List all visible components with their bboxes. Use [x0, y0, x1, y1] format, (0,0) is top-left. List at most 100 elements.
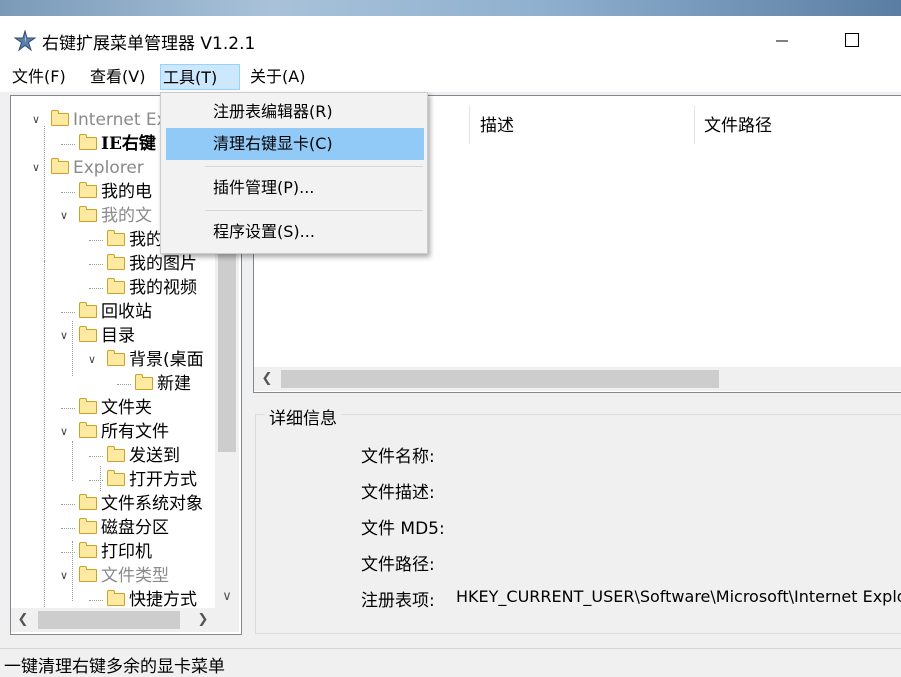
tree-item[interactable]: 新建	[135, 373, 191, 395]
tree-item-label: 我的视频	[129, 278, 197, 298]
tree-guide-line	[44, 126, 45, 271]
tree-item[interactable]: 发送到	[107, 445, 180, 467]
maximize-icon	[845, 33, 859, 47]
tree-guide-line	[100, 466, 101, 491]
tree-connector-line	[61, 312, 75, 313]
folder-icon	[107, 590, 125, 606]
details-title: 详细信息	[265, 404, 341, 429]
tree-expand-chevron-icon[interactable]: ∨	[57, 325, 71, 347]
tree-expand-chevron-icon[interactable]: ∨	[57, 565, 71, 587]
tree-item[interactable]: 我的视频	[107, 277, 197, 299]
scroll-down-arrow-icon[interactable]: ∨	[218, 588, 236, 606]
folder-icon	[107, 230, 125, 246]
menu-item-label: 清理右键显卡(C)	[213, 134, 333, 153]
tree-item-label: 我的图片	[129, 254, 197, 274]
registry-key-label: 注册表项:	[361, 591, 435, 611]
folder-icon	[79, 518, 97, 534]
tree-item[interactable]: 打开方式	[107, 469, 197, 491]
scroll-right-arrow-icon[interactable]: ❯	[194, 611, 212, 629]
menu-tools[interactable]: 工具(T)	[160, 64, 240, 90]
tree-item[interactable]: 我的电	[79, 181, 152, 203]
menu-file[interactable]: 文件(F)	[10, 64, 68, 90]
folder-icon	[107, 278, 125, 294]
desktop-background-strip	[0, 0, 901, 16]
tree-expand-chevron-icon[interactable]: ∨	[57, 421, 71, 443]
folder-icon	[79, 302, 97, 318]
tree-item[interactable]: 我的图片	[107, 253, 197, 275]
tree-item[interactable]: Internet Ex	[51, 109, 167, 131]
tree-item[interactable]: IE右键	[79, 133, 156, 155]
tree-item-label: 快捷方式	[129, 590, 197, 608]
folder-icon	[135, 374, 153, 390]
tree-item[interactable]: 快捷方式	[107, 589, 197, 608]
app-star-icon	[13, 29, 37, 52]
column-header-description[interactable]: 描述	[480, 110, 514, 142]
tree-expand-chevron-icon[interactable]: ∨	[85, 349, 99, 371]
tree-connector-line	[61, 192, 75, 193]
folder-icon	[107, 470, 125, 486]
tree-item-label: 新建	[157, 374, 191, 394]
tree-item-label: 我的	[129, 230, 163, 250]
folder-icon	[79, 542, 97, 558]
tree-item[interactable]: 打印机	[79, 541, 152, 563]
file-description-label: 文件描述:	[361, 483, 435, 503]
menu-separator	[205, 166, 423, 167]
minimize-button[interactable]	[767, 28, 797, 52]
column-header-file-path[interactable]: 文件路径	[704, 110, 772, 142]
tree-item[interactable]: 文件系统对象	[79, 493, 203, 515]
file-name-label: 文件名称:	[361, 447, 435, 467]
folder-icon	[79, 206, 97, 222]
tree-item[interactable]: 我的	[107, 229, 163, 251]
tools-dropdown-menu: 注册表编辑器(R) 清理右键显卡(C) 插件管理(P)... 程序设置(S)..…	[160, 92, 428, 254]
tree-item-label: 所有文件	[101, 422, 169, 442]
folder-icon	[79, 398, 97, 414]
tree-expand-chevron-icon[interactable]: ∨	[29, 157, 43, 179]
file-path-label: 文件路径:	[361, 555, 435, 575]
tree-item-label: 我的文	[101, 206, 152, 226]
list-scroll-left-arrow-icon[interactable]: ❮	[258, 370, 276, 388]
list-horizontal-scroll-thumb[interactable]	[281, 370, 719, 388]
registry-key-value: HKEY_CURRENT_USER\Software\Microsoft\Int…	[456, 587, 901, 606]
menu-about[interactable]: 关于(A)	[248, 64, 307, 90]
folder-icon	[79, 326, 97, 342]
menu-item-plugin-manager[interactable]: 插件管理(P)...	[166, 172, 424, 204]
folder-icon	[79, 566, 97, 582]
tree-item-label: 文件类型	[101, 566, 169, 586]
menu-item-clean-gpu-context[interactable]: 清理右键显卡(C)	[166, 128, 424, 160]
tree-item[interactable]: 背景(桌面	[107, 349, 204, 371]
tree-item[interactable]: 所有文件	[79, 421, 169, 443]
tree-item-label: 磁盘分区	[101, 518, 169, 538]
tree-item[interactable]: 目录	[79, 325, 135, 347]
menu-item-registry-editor[interactable]: 注册表编辑器(R)	[166, 96, 424, 128]
column-separator[interactable]	[694, 106, 695, 144]
tree-item[interactable]: 文件夹	[79, 397, 152, 419]
maximize-button[interactable]	[837, 28, 867, 52]
tree-item[interactable]: 文件类型	[79, 565, 169, 587]
tree-item-label: Explorer	[73, 158, 144, 178]
tree-guide-line	[44, 261, 45, 608]
folder-icon	[107, 254, 125, 270]
tree-item[interactable]: Explorer	[51, 157, 144, 179]
tree-item-label: 文件夹	[101, 398, 152, 418]
tree-connector-line	[61, 144, 75, 145]
window-title: 右键扩展菜单管理器 V1.2.1	[42, 34, 256, 54]
folder-icon	[107, 350, 125, 366]
menu-item-label: 注册表编辑器(R)	[213, 102, 333, 121]
tree-guide-line	[72, 441, 73, 481]
tree-item-label: IE右键	[101, 134, 156, 154]
tree-item[interactable]: 回收站	[79, 301, 152, 323]
tree-horizontal-scroll-thumb[interactable]	[38, 611, 180, 629]
tree-connector-line	[89, 288, 103, 289]
tree-connector-line	[61, 504, 75, 505]
column-separator[interactable]	[469, 106, 470, 144]
tree-item-label: 打印机	[101, 542, 152, 562]
tree-expand-chevron-icon[interactable]: ∨	[29, 109, 43, 131]
tree-expand-chevron-icon[interactable]: ∨	[57, 205, 71, 227]
tree-item[interactable]: 磁盘分区	[79, 517, 169, 539]
tree-item[interactable]: 我的文	[79, 205, 152, 227]
menu-view[interactable]: 查看(V)	[88, 64, 147, 90]
menu-item-program-settings[interactable]: 程序设置(S)...	[166, 216, 424, 248]
scroll-left-arrow-icon[interactable]: ❮	[14, 611, 32, 629]
tree-guide-line	[72, 321, 73, 376]
menu-separator	[205, 210, 423, 211]
